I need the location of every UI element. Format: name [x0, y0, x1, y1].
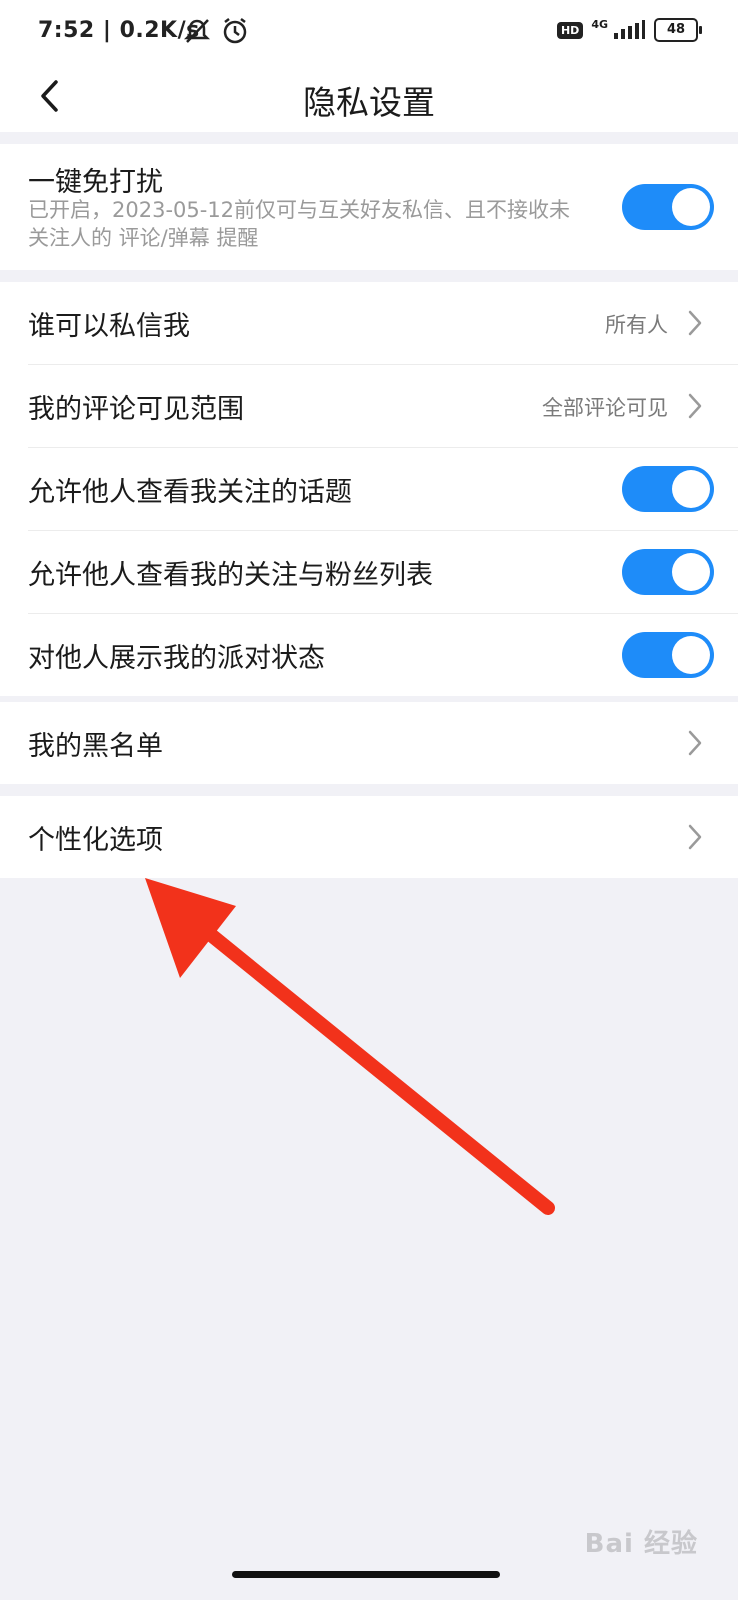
watermark: Bai 经验 [584, 1529, 698, 1559]
home-indicator[interactable] [232, 1571, 500, 1578]
annotation-arrow [145, 878, 555, 1215]
